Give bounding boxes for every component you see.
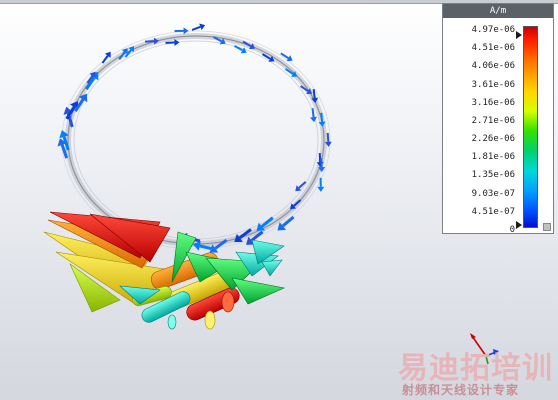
- legend-tick-label: 4.06e-06: [471, 61, 515, 72]
- legend-max-marker-icon: [516, 31, 522, 39]
- legend-tick-label: 4.97e-06: [471, 25, 515, 35]
- legend-tick-label: 9.03e-07: [471, 188, 515, 199]
- 3d-viewport[interactable]: A/m 4.97e-06 4.51e-06 4.06e-06 3.61e-06 3.16…: [0, 0, 558, 400]
- field-arrow-shaft: [191, 25, 201, 31]
- legend-tick-label: 0: [509, 225, 515, 235]
- field-arrow-shaft: [312, 89, 316, 99]
- watermark-subtitle: 射频和天线设计专家: [402, 383, 520, 397]
- legend-tick-label: 2.71e-06: [471, 115, 515, 126]
- legend-tick-label: 2.26e-06: [471, 134, 515, 145]
- legend-tick-label: 3.61e-06: [471, 79, 515, 90]
- legend-tick-label: 4.51e-06: [471, 43, 515, 54]
- field-arrow-shaft: [320, 112, 324, 122]
- color-legend[interactable]: A/m 4.97e-06 4.51e-06 4.06e-06 3.61e-06 3.16…: [442, 3, 554, 235]
- legend-colorbar: [523, 26, 538, 228]
- legend-min-marker-icon: [516, 221, 522, 229]
- field-arrow-shaft: [326, 132, 330, 142]
- legend-tick-label: 3.16e-06: [471, 97, 515, 108]
- legend-tick-label: 1.81e-06: [471, 152, 515, 163]
- field-arrow-shaft: [280, 52, 289, 59]
- legend-resize-handle[interactable]: [543, 223, 551, 231]
- legend-tick-label: 1.35e-06: [471, 170, 515, 181]
- legend-unit-label: A/m: [443, 4, 553, 18]
- legend-tick-labels: 4.97e-06 4.51e-06 4.06e-06 3.61e-06 3.16e-06…: [443, 18, 515, 235]
- field-arrow-head: [317, 186, 325, 192]
- legend-tick-label: 4.51e-07: [471, 206, 515, 217]
- field-arrow-shaft: [311, 108, 315, 118]
